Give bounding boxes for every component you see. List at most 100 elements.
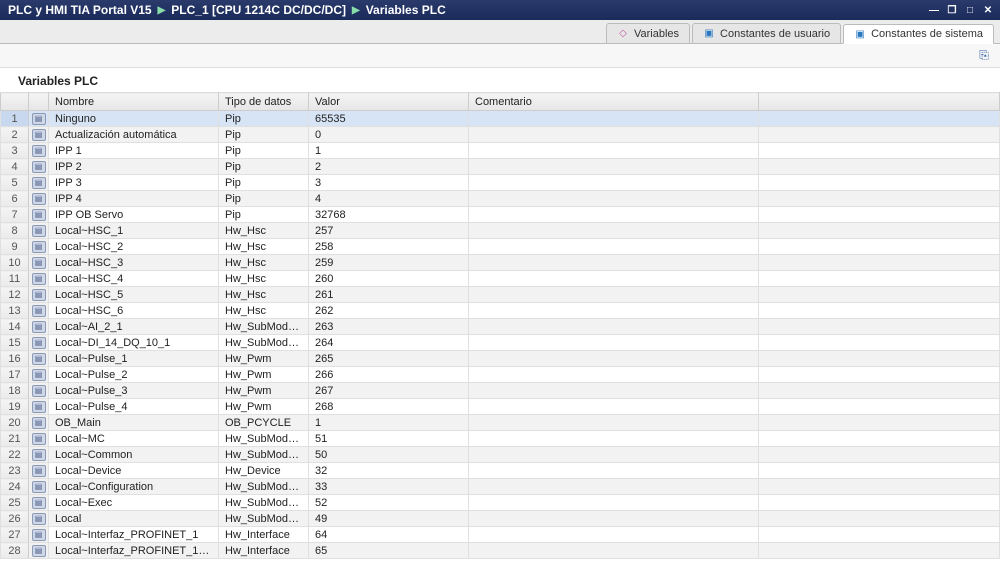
cell-tipo[interactable]: Hw_Pwm: [219, 351, 309, 367]
table-row[interactable]: 12▤Local~HSC_5Hw_Hsc261: [1, 287, 1000, 303]
row-number[interactable]: 17: [1, 367, 29, 383]
cell-nombre[interactable]: Local~HSC_4: [49, 271, 219, 287]
cell-tipo[interactable]: Hw_Device: [219, 463, 309, 479]
table-row[interactable]: 13▤Local~HSC_6Hw_Hsc262: [1, 303, 1000, 319]
cell-comentario[interactable]: [469, 175, 759, 191]
cell-tipo[interactable]: Hw_Hsc: [219, 239, 309, 255]
row-number[interactable]: 26: [1, 511, 29, 527]
table-row[interactable]: 22▤Local~CommonHw_SubModule50: [1, 447, 1000, 463]
cell-valor[interactable]: 260: [309, 271, 469, 287]
table-row[interactable]: 1▤NingunoPip65535: [1, 111, 1000, 127]
cell-tipo[interactable]: Hw_Interface: [219, 543, 309, 559]
cell-valor[interactable]: 262: [309, 303, 469, 319]
export-icon[interactable]: ⎘: [976, 48, 992, 64]
table-row[interactable]: 27▤Local~Interfaz_PROFINET_1Hw_Interface…: [1, 527, 1000, 543]
cell-comentario[interactable]: [469, 223, 759, 239]
table-row[interactable]: 9▤Local~HSC_2Hw_Hsc258: [1, 239, 1000, 255]
cell-comentario[interactable]: [469, 351, 759, 367]
cell-tipo[interactable]: Hw_Pwm: [219, 399, 309, 415]
cell-valor[interactable]: 51: [309, 431, 469, 447]
table-row[interactable]: 25▤Local~ExecHw_SubModule52: [1, 495, 1000, 511]
cell-comentario[interactable]: [469, 367, 759, 383]
cell-nombre[interactable]: Local~Exec: [49, 495, 219, 511]
cell-valor[interactable]: 259: [309, 255, 469, 271]
cell-tipo[interactable]: Hw_Hsc: [219, 303, 309, 319]
row-number[interactable]: 10: [1, 255, 29, 271]
close-button[interactable]: ✕: [980, 3, 996, 17]
row-number[interactable]: 6: [1, 191, 29, 207]
cell-comentario[interactable]: [469, 447, 759, 463]
row-number[interactable]: 18: [1, 383, 29, 399]
row-number[interactable]: 28: [1, 543, 29, 559]
row-number[interactable]: 19: [1, 399, 29, 415]
cell-tipo[interactable]: Hw_Hsc: [219, 287, 309, 303]
table-row[interactable]: 6▤IPP 4Pip4: [1, 191, 1000, 207]
cell-valor[interactable]: 4: [309, 191, 469, 207]
cell-valor[interactable]: 50: [309, 447, 469, 463]
cell-tipo[interactable]: Hw_Hsc: [219, 255, 309, 271]
table-row[interactable]: 2▤Actualización automáticaPip0: [1, 127, 1000, 143]
cell-nombre[interactable]: Local~HSC_2: [49, 239, 219, 255]
cell-comentario[interactable]: [469, 495, 759, 511]
row-number[interactable]: 25: [1, 495, 29, 511]
cell-valor[interactable]: 261: [309, 287, 469, 303]
cell-nombre[interactable]: OB_Main: [49, 415, 219, 431]
cell-comentario[interactable]: [469, 319, 759, 335]
cell-tipo[interactable]: Pip: [219, 207, 309, 223]
cell-valor[interactable]: 266: [309, 367, 469, 383]
row-number[interactable]: 11: [1, 271, 29, 287]
col-icon[interactable]: [29, 93, 49, 111]
cell-tipo[interactable]: Hw_Pwm: [219, 383, 309, 399]
cell-nombre[interactable]: Local~Pulse_1: [49, 351, 219, 367]
table-row[interactable]: 14▤Local~AI_2_1Hw_SubModule263: [1, 319, 1000, 335]
cell-nombre[interactable]: IPP 4: [49, 191, 219, 207]
minimize-button[interactable]: —: [926, 3, 942, 17]
cell-tipo[interactable]: Hw_SubModule: [219, 319, 309, 335]
cell-nombre[interactable]: Actualización automática: [49, 127, 219, 143]
cell-tipo[interactable]: Hw_SubModule: [219, 335, 309, 351]
cell-nombre[interactable]: Local~Device: [49, 463, 219, 479]
tab-variables[interactable]: ◇ Variables: [606, 23, 690, 43]
cell-tipo[interactable]: Hw_SubModule: [219, 479, 309, 495]
cell-valor[interactable]: 65: [309, 543, 469, 559]
col-nombre[interactable]: Nombre: [49, 93, 219, 111]
cell-valor[interactable]: 33: [309, 479, 469, 495]
cell-valor[interactable]: 52: [309, 495, 469, 511]
table-row[interactable]: 23▤Local~DeviceHw_Device32: [1, 463, 1000, 479]
cell-valor[interactable]: 264: [309, 335, 469, 351]
cell-comentario[interactable]: [469, 271, 759, 287]
table-row[interactable]: 24▤Local~ConfigurationHw_SubModule33: [1, 479, 1000, 495]
cell-valor[interactable]: 0: [309, 127, 469, 143]
table-row[interactable]: 4▤IPP 2Pip2: [1, 159, 1000, 175]
cell-tipo[interactable]: Pip: [219, 175, 309, 191]
cell-tipo[interactable]: OB_PCYCLE: [219, 415, 309, 431]
row-number[interactable]: 24: [1, 479, 29, 495]
row-number[interactable]: 15: [1, 335, 29, 351]
tab-system-constants[interactable]: ▣ Constantes de sistema: [843, 24, 994, 44]
row-number[interactable]: 13: [1, 303, 29, 319]
cell-comentario[interactable]: [469, 255, 759, 271]
cell-comentario[interactable]: [469, 463, 759, 479]
cell-tipo[interactable]: Pip: [219, 159, 309, 175]
cell-tipo[interactable]: Hw_Hsc: [219, 223, 309, 239]
cell-nombre[interactable]: IPP 1: [49, 143, 219, 159]
table-row[interactable]: 5▤IPP 3Pip3: [1, 175, 1000, 191]
cell-comentario[interactable]: [469, 511, 759, 527]
row-number[interactable]: 1: [1, 111, 29, 127]
cell-nombre[interactable]: IPP OB Servo: [49, 207, 219, 223]
row-number[interactable]: 7: [1, 207, 29, 223]
cell-valor[interactable]: 263: [309, 319, 469, 335]
cell-tipo[interactable]: Hw_SubModule: [219, 431, 309, 447]
cell-tipo[interactable]: Hw_Interface: [219, 527, 309, 543]
row-number[interactable]: 23: [1, 463, 29, 479]
cell-comentario[interactable]: [469, 191, 759, 207]
row-number[interactable]: 27: [1, 527, 29, 543]
table-row[interactable]: 21▤Local~MCHw_SubModule51: [1, 431, 1000, 447]
cell-nombre[interactable]: Local~Interfaz_PROFINET_1~Puert...: [49, 543, 219, 559]
cell-nombre[interactable]: Local~MC: [49, 431, 219, 447]
cell-tipo[interactable]: Pip: [219, 111, 309, 127]
table-row[interactable]: 16▤Local~Pulse_1Hw_Pwm265: [1, 351, 1000, 367]
cell-comentario[interactable]: [469, 479, 759, 495]
cell-valor[interactable]: 64: [309, 527, 469, 543]
cell-valor[interactable]: 258: [309, 239, 469, 255]
